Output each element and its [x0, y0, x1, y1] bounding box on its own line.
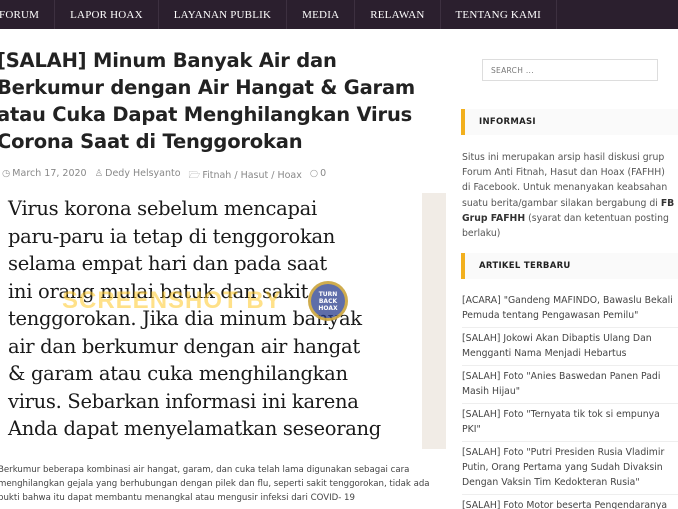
- nav-item-layanan-publik[interactable]: LAYANAN PUBLIK: [159, 0, 288, 29]
- widget-heading-informasi: INFORMASI: [461, 109, 678, 135]
- image-line: virus. Sebarkan informasi ini karena: [8, 389, 359, 413]
- image-line: selama empat hari dan pada saat: [8, 252, 327, 275]
- image-watermark: SCREENSHOT BY: [62, 287, 282, 314]
- hoax-seal-logo: TURN BACK HOAX: [308, 281, 348, 321]
- clock-icon: ◷: [2, 168, 11, 179]
- comment-icon: ○: [309, 168, 319, 179]
- image-line: air dan berkumur dengan air hangat: [8, 334, 360, 358]
- user-icon: ♙: [94, 168, 104, 179]
- image-line: & garam atau cuka menghilangkan: [8, 362, 348, 385]
- nav-item-media[interactable]: MEDIA: [287, 0, 356, 29]
- recent-post-link[interactable]: [SALAH] Foto "Anies Baswedan Panen Padi …: [462, 366, 678, 404]
- search-input[interactable]: SEARCH ...: [482, 59, 658, 81]
- article-meta: ◷ March 17, 2020 ♙ Dedy Helsyanto 🗁 Fitnah …: [2, 168, 326, 184]
- recent-post-link[interactable]: [SALAH] Jokowi Akan Dibaptis Ulang Dan M…: [462, 328, 678, 366]
- recent-post-link[interactable]: [SALAH] Foto "Ternyata tik tok si empuny…: [462, 404, 678, 442]
- nav-item-forum[interactable]: FORUM: [0, 0, 56, 29]
- article-title: [SALAH] Minum Banyak Air dan Berkumur de…: [0, 49, 416, 153]
- image-line: paru-paru ia tetap di tenggorokan: [8, 224, 336, 248]
- recent-post-link[interactable]: [ACARA] "Gandeng MAFINDO, Bawaslu Bekali…: [462, 290, 678, 328]
- image-line: Virus korona sebelum mencapai: [8, 197, 317, 220]
- article-excerpt: Berkumur beberapa kombinasi air hangat, …: [0, 465, 430, 503]
- image-text: Virus korona sebelum mencapai paru-paru …: [8, 195, 408, 443]
- post-date: ◷ March 17, 2020: [2, 168, 87, 179]
- info-text: Situs ini merupakan arsip hasil diskusi …: [462, 152, 675, 240]
- widget-heading-artikel-terbaru: ARTIKEL TERBARU: [461, 253, 678, 279]
- folder-icon: 🗁: [188, 170, 201, 181]
- post-category[interactable]: 🗁 Fitnah / Hasut / Hoax: [189, 168, 302, 184]
- image-line: Anda dapat menyelamatkan seseorang: [8, 417, 381, 440]
- post-image: Virus korona sebelum mencapai paru-paru …: [0, 193, 446, 449]
- nav-item-relawan[interactable]: RELAWAN: [355, 0, 441, 29]
- recent-post-link[interactable]: [SALAH] Foto "Putri Presiden Rusia Vladi…: [462, 442, 678, 495]
- post-comments[interactable]: ○ 0: [310, 168, 326, 184]
- nav-item-tentang-kami[interactable]: TENTANG KAMI: [441, 0, 558, 29]
- nav-item-lapor-hoax[interactable]: LAPOR HOAX: [55, 0, 159, 29]
- post-author[interactable]: ♙ Dedy Helsyanto: [95, 168, 181, 184]
- recent-posts-list: [ACARA] "Gandeng MAFINDO, Bawaslu Bekali…: [462, 290, 678, 509]
- recent-post-link[interactable]: [SALAH] Foto Motor beserta Pengendaranya…: [462, 495, 678, 509]
- top-nav: FORUM LAPOR HOAX LAYANAN PUBLIK MEDIA RE…: [0, 0, 678, 29]
